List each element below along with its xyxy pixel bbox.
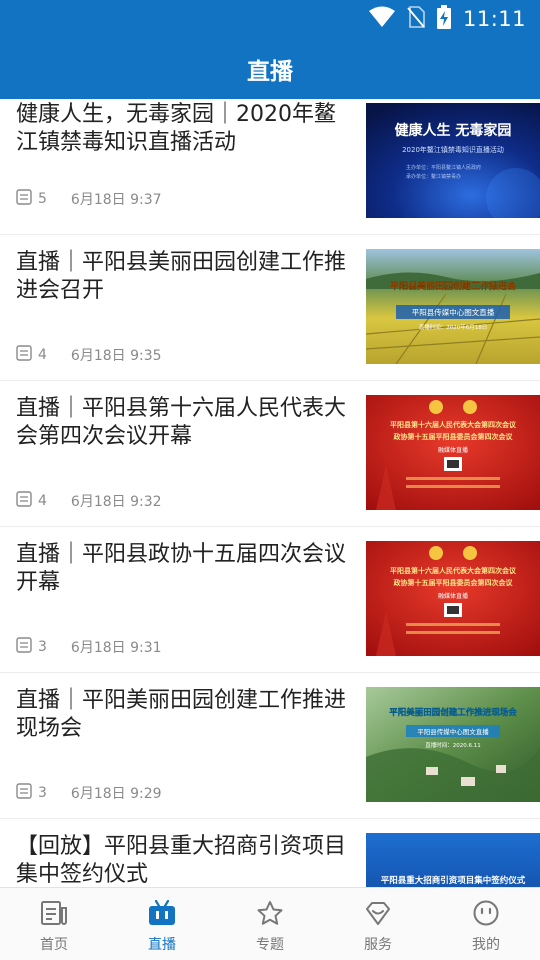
status-bar: 11:11	[0, 0, 540, 38]
list-item[interactable]: 健康人生，无毒家园｜2020年鳌江镇禁毒知识直播活动 5 6月18日 9:37 …	[0, 99, 540, 235]
star-icon	[256, 900, 284, 930]
list-item[interactable]: 【回放】平阳县重大招商引资项目集中签约仪式 平阳县重大招商引资项目集中签约仪式	[0, 819, 540, 887]
item-meta: 3 6月18日 9:31	[16, 637, 162, 657]
comment-count: 4	[38, 493, 47, 509]
thumb-note: 直播时间：2020年6月18日	[419, 323, 488, 331]
list-item[interactable]: 直播｜平阳县政协十五届四次会议开幕 3 6月18日 9:31 平阳县第十六届人民…	[0, 527, 540, 673]
tab-topics[interactable]: 专题	[216, 888, 324, 960]
thumb-badge: 融媒体直播	[438, 592, 468, 600]
comment-count: 3	[38, 785, 47, 801]
thumb-subtitle: 平阳县传媒中心图文直播	[412, 307, 495, 317]
page-title: 直播	[247, 58, 293, 85]
item-thumbnail[interactable]: 平阳县重大招商引资项目集中签约仪式	[366, 833, 540, 887]
item-title: 直播｜平阳县第十六届人民代表大会第四次会议开幕	[16, 396, 346, 449]
thumb-line: 政协第十五届平阳县委员会第四次会议	[394, 432, 514, 441]
news-icon	[40, 900, 68, 930]
comment-icon	[16, 491, 32, 511]
live-list[interactable]: 健康人生，无毒家园｜2020年鳌江镇禁毒知识直播活动 5 6月18日 9:37 …	[0, 99, 540, 887]
thumb-headline: 平阳县美丽田园创建工作推进会	[390, 280, 517, 292]
thumb-note: 主办单位：平阳县鳌江镇人民政府	[406, 164, 481, 171]
thumb-note: 承办单位：鳌江镇禁毒办	[406, 173, 461, 180]
tab-label: 首页	[40, 937, 68, 953]
status-time: 11:11	[462, 7, 526, 31]
item-time: 6月18日 9:37	[70, 192, 162, 208]
comment-icon	[16, 189, 32, 209]
thumb-subtitle: 2020年鳌江镇禁毒知识直播活动	[402, 145, 504, 154]
tab-profile[interactable]: 我的	[432, 888, 540, 960]
item-thumbnail[interactable]: 平阳县美丽田园创建工作推进会 平阳县传媒中心图文直播 直播时间：2020年6月1…	[366, 249, 540, 364]
item-title: 直播｜平阳县政协十五届四次会议开幕	[16, 542, 346, 595]
battery-charging-icon	[436, 5, 451, 33]
item-time: 6月18日 9:31	[70, 640, 162, 656]
service-icon	[364, 900, 392, 930]
tab-label: 直播	[148, 937, 176, 953]
bottom-tab-bar: 首页 直播 专题 服务 我的	[0, 887, 540, 960]
comment-icon	[16, 783, 32, 803]
tab-home[interactable]: 首页	[0, 888, 108, 960]
tab-live[interactable]: 直播	[108, 888, 216, 960]
item-time: 6月18日 9:29	[70, 786, 162, 802]
thumb-subtitle: 平阳县传媒中心图文直播	[417, 727, 489, 736]
tab-label: 服务	[364, 937, 392, 953]
tab-services[interactable]: 服务	[324, 888, 432, 960]
item-title: 健康人生，无毒家园｜2020年鳌江镇禁毒知识直播活动	[16, 102, 336, 155]
item-meta: 4 6月18日 9:32	[16, 491, 162, 511]
app-bar: 直播	[0, 38, 540, 99]
item-meta: 4 6月18日 9:35	[16, 345, 162, 365]
item-time: 6月18日 9:35	[70, 348, 162, 364]
profile-icon	[472, 900, 500, 930]
list-item[interactable]: 直播｜平阳县第十六届人民代表大会第四次会议开幕 4 6月18日 9:32 平阳县…	[0, 381, 540, 527]
item-title: 【回放】平阳县重大招商引资项目集中签约仪式	[16, 834, 346, 887]
comment-icon	[16, 345, 32, 365]
item-thumbnail[interactable]: 平阳县第十六届人民代表大会第四次会议 政协第十五届平阳县委员会第四次会议 融媒体…	[366, 395, 540, 510]
item-thumbnail[interactable]: 平阳县第十六届人民代表大会第四次会议 政协第十五届平阳县委员会第四次会议 融媒体…	[366, 541, 540, 656]
tv-icon	[148, 899, 176, 930]
item-title: 直播｜平阳美丽田园创建工作推进现场会	[16, 688, 346, 741]
comment-count: 3	[38, 639, 47, 655]
tab-label: 专题	[256, 937, 284, 953]
no-sim-icon	[407, 6, 425, 32]
status-icons: 11:11	[368, 4, 526, 34]
tab-label: 我的	[472, 937, 500, 953]
list-item[interactable]: 直播｜平阳美丽田园创建工作推进现场会 3 6月18日 9:29 平阳美丽田园创建…	[0, 673, 540, 819]
thumb-headline: 平阳美丽田园创建工作推进现场会	[389, 707, 517, 718]
thumb-headline: 平阳县重大招商引资项目集中签约仪式	[381, 875, 526, 886]
thumb-line: 平阳县第十六届人民代表大会第四次会议	[390, 566, 517, 575]
thumb-line: 平阳县第十六届人民代表大会第四次会议	[390, 420, 517, 429]
comment-count: 4	[38, 347, 47, 363]
thumb-badge: 融媒体直播	[438, 446, 468, 454]
wifi-icon	[368, 6, 395, 32]
item-meta: 3 6月18日 9:29	[16, 783, 162, 803]
list-item[interactable]: 直播｜平阳县美丽田园创建工作推进会召开 4 6月18日 9:35 平阳县美丽田园…	[0, 235, 540, 381]
thumb-headline: 健康人生 无毒家园	[395, 122, 512, 139]
thumb-line: 政协第十五届平阳县委员会第四次会议	[394, 578, 514, 587]
item-meta: 5 6月18日 9:37	[16, 189, 162, 209]
item-thumbnail[interactable]: 平阳美丽田园创建工作推进现场会 平阳县传媒中心图文直播 直播时间：2020.6.…	[366, 687, 540, 802]
comment-icon	[16, 637, 32, 657]
item-title: 直播｜平阳县美丽田园创建工作推进会召开	[16, 250, 346, 303]
thumb-note: 直播时间：2020.6.11	[425, 741, 481, 749]
item-time: 6月18日 9:32	[70, 494, 162, 510]
comment-count: 5	[38, 191, 47, 207]
item-thumbnail[interactable]: 健康人生 无毒家园 2020年鳌江镇禁毒知识直播活动 主办单位：平阳县鳌江镇人民…	[366, 103, 540, 218]
